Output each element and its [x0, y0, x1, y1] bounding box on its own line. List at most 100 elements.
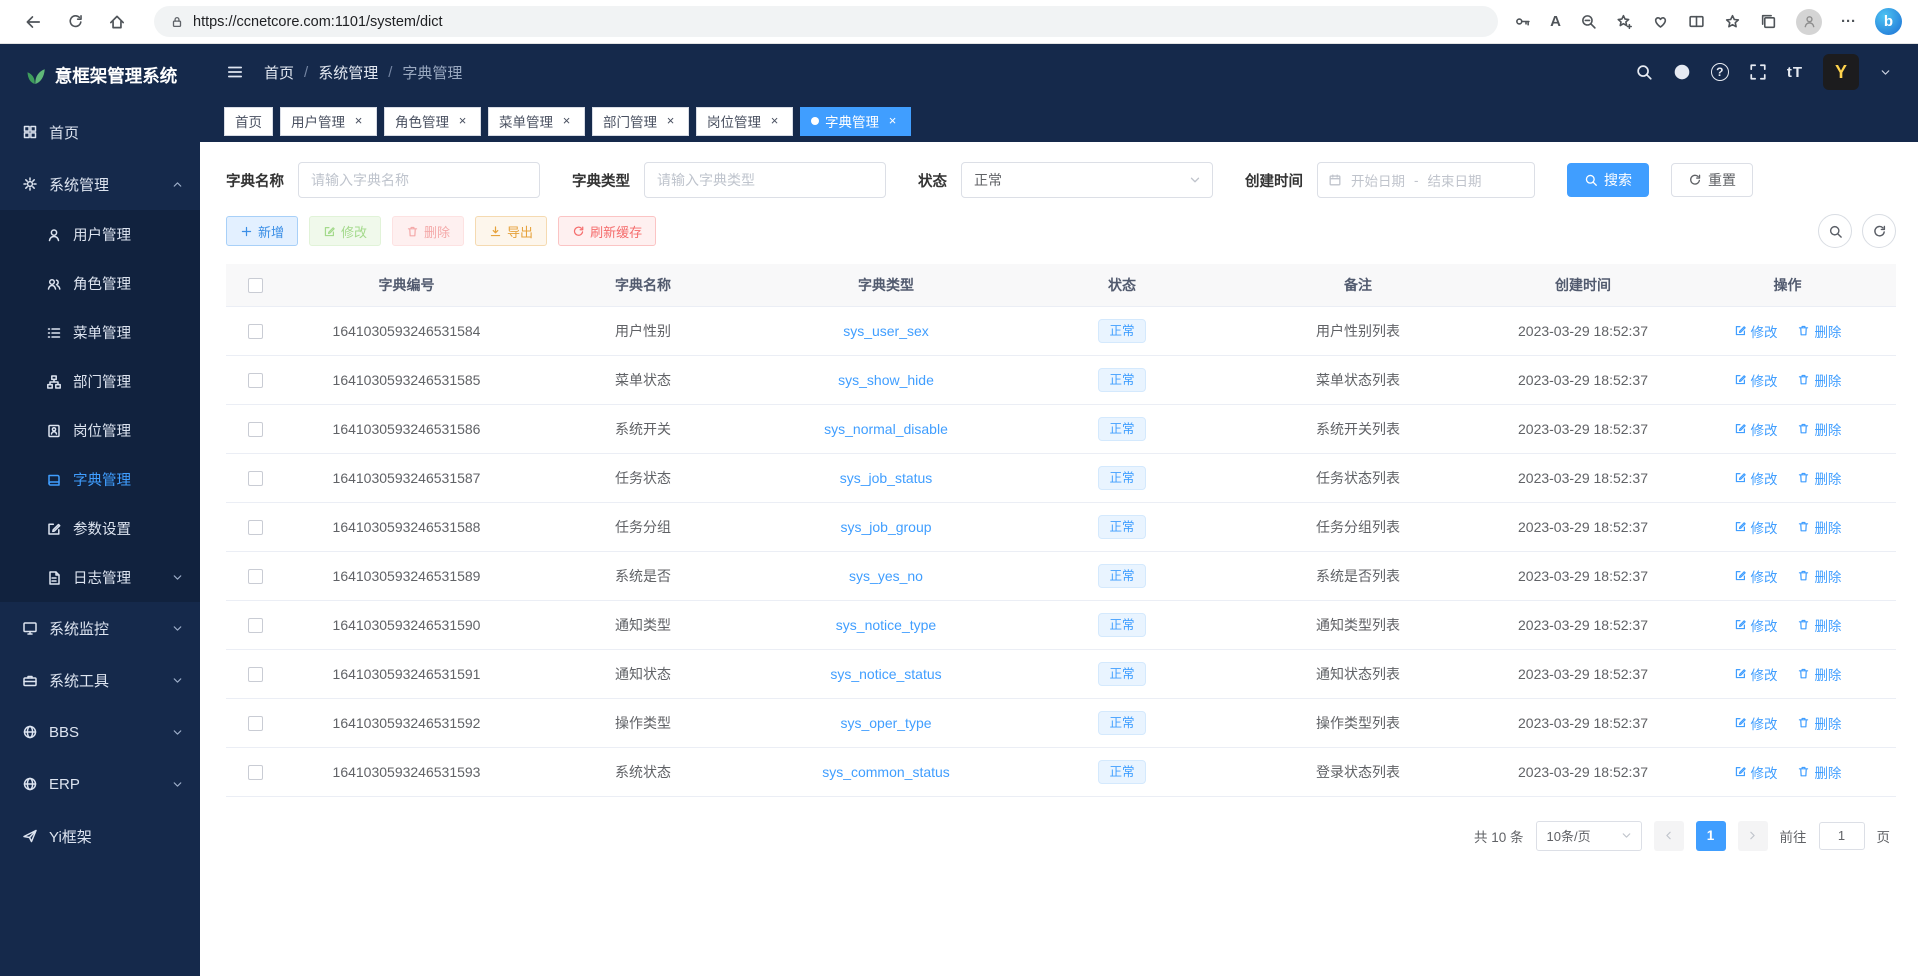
edit-link[interactable]: 修改	[1734, 713, 1778, 733]
close-icon[interactable]: ×	[885, 114, 900, 129]
delete-link[interactable]: 删除	[1797, 468, 1841, 488]
chevron-down-icon[interactable]	[1879, 66, 1892, 79]
row-checkbox[interactable]	[248, 324, 263, 339]
tab-menu-management[interactable]: 菜单管理 ×	[488, 107, 585, 136]
sidebar-item-dict-management[interactable]: 字典管理	[0, 455, 200, 504]
row-checkbox[interactable]	[248, 618, 263, 633]
edit-link[interactable]: 修改	[1734, 664, 1778, 684]
sidebar-item-system-monitor[interactable]: 系统监控	[0, 602, 200, 654]
edit-link[interactable]: 修改	[1734, 468, 1778, 488]
table-row[interactable]: 1641030593246531589 系统是否 sys_yes_no 正常 系…	[226, 551, 1896, 600]
sidebar-item-menu-management[interactable]: 菜单管理	[0, 308, 200, 357]
delete-link[interactable]: 删除	[1797, 517, 1841, 537]
tab-dept-management[interactable]: 部门管理 ×	[592, 107, 689, 136]
dict-type-link[interactable]: sys_notice_type	[836, 617, 936, 633]
table-row[interactable]: 1641030593246531588 任务分组 sys_job_group 正…	[226, 502, 1896, 551]
help-icon[interactable]: ?	[1711, 63, 1729, 81]
dict-type-link[interactable]: sys_job_status	[840, 470, 933, 486]
search-button[interactable]: 搜索	[1567, 163, 1649, 197]
dict-type-link[interactable]: sys_yes_no	[849, 568, 923, 584]
table-row[interactable]: 1641030593246531586 系统开关 sys_normal_disa…	[226, 404, 1896, 453]
row-checkbox[interactable]	[248, 422, 263, 437]
dict-type-link[interactable]: sys_show_hide	[838, 372, 934, 388]
sidebar-item-erp[interactable]: ERP	[0, 758, 200, 810]
edit-link[interactable]: 修改	[1734, 762, 1778, 782]
delete-link[interactable]: 删除	[1797, 566, 1841, 586]
browser-essentials-icon[interactable]	[1652, 13, 1669, 30]
dict-type-link[interactable]: sys_oper_type	[840, 715, 931, 731]
page-size-select[interactable]: 10条/页	[1536, 821, 1642, 851]
zoom-icon[interactable]	[1580, 13, 1597, 30]
collections-icon[interactable]	[1760, 13, 1777, 30]
row-checkbox[interactable]	[248, 471, 263, 486]
table-row[interactable]: 1641030593246531593 系统状态 sys_common_stat…	[226, 747, 1896, 796]
delete-link[interactable]: 删除	[1797, 321, 1841, 341]
close-icon[interactable]: ×	[767, 114, 782, 129]
favorites-icon[interactable]	[1724, 13, 1741, 30]
delete-link[interactable]: 删除	[1797, 664, 1841, 684]
close-icon[interactable]: ×	[663, 114, 678, 129]
sidebar-item-system-tools[interactable]: 系统工具	[0, 654, 200, 706]
sidebar-item-log-management[interactable]: 日志管理	[0, 553, 200, 602]
password-key-icon[interactable]	[1514, 13, 1531, 30]
dict-type-link[interactable]: sys_normal_disable	[824, 421, 948, 437]
delete-link[interactable]: 删除	[1797, 762, 1841, 782]
edit-link[interactable]: 修改	[1734, 517, 1778, 537]
row-checkbox[interactable]	[248, 569, 263, 584]
table-row[interactable]: 1641030593246531590 通知类型 sys_notice_type…	[226, 600, 1896, 649]
sidebar-item-home[interactable]: 首页	[0, 106, 200, 158]
close-icon[interactable]: ×	[455, 114, 470, 129]
edit-button[interactable]: 修改	[309, 216, 381, 246]
delete-button[interactable]: 删除	[392, 216, 464, 246]
table-row[interactable]: 1641030593246531585 菜单状态 sys_show_hide 正…	[226, 355, 1896, 404]
sidebar-item-dept-management[interactable]: 部门管理	[0, 357, 200, 406]
page-1-button[interactable]: 1	[1696, 821, 1726, 851]
delete-link[interactable]: 删除	[1797, 713, 1841, 733]
sidebar-item-role-management[interactable]: 角色管理	[0, 259, 200, 308]
reset-button[interactable]: 重置	[1671, 163, 1753, 197]
sidebar-toggle-icon[interactable]	[226, 63, 244, 81]
prev-page-button[interactable]	[1654, 821, 1684, 851]
breadcrumb-system[interactable]: 系统管理	[318, 62, 378, 83]
next-page-button[interactable]	[1738, 821, 1768, 851]
refresh-cache-button[interactable]: 刷新缓存	[558, 216, 656, 246]
edit-link[interactable]: 修改	[1734, 370, 1778, 390]
export-button[interactable]: 导出	[475, 216, 547, 246]
favorites-add-icon[interactable]	[1616, 13, 1633, 30]
read-aloud-icon[interactable]: A	[1550, 13, 1561, 30]
refresh-button[interactable]	[58, 5, 92, 39]
address-bar[interactable]: https://ccnetcore.com:1101/system/dict	[154, 6, 1498, 37]
dict-type-link[interactable]: sys_notice_status	[830, 666, 941, 682]
select-all-checkbox[interactable]	[248, 278, 263, 293]
tab-role-management[interactable]: 角色管理 ×	[384, 107, 481, 136]
row-checkbox[interactable]	[248, 520, 263, 535]
more-options-icon[interactable]: ···	[1841, 13, 1856, 30]
refresh-table-button[interactable]	[1862, 214, 1896, 248]
edit-link[interactable]: 修改	[1734, 615, 1778, 635]
add-button[interactable]: 新增	[226, 216, 298, 246]
tab-post-management[interactable]: 岗位管理 ×	[696, 107, 793, 136]
fullscreen-icon[interactable]	[1749, 63, 1767, 81]
font-size-icon[interactable]: tT	[1787, 64, 1803, 81]
table-row[interactable]: 1641030593246531592 操作类型 sys_oper_type 正…	[226, 698, 1896, 747]
row-checkbox[interactable]	[248, 765, 263, 780]
dict-type-input[interactable]	[644, 162, 886, 198]
split-screen-icon[interactable]	[1688, 13, 1705, 30]
status-select[interactable]: 正常	[961, 162, 1213, 198]
close-icon[interactable]: ×	[559, 114, 574, 129]
edit-link[interactable]: 修改	[1734, 419, 1778, 439]
back-button[interactable]	[16, 5, 50, 39]
home-button[interactable]	[100, 5, 134, 39]
table-row[interactable]: 1641030593246531584 用户性别 sys_user_sex 正常…	[226, 306, 1896, 355]
dict-type-link[interactable]: sys_common_status	[822, 764, 950, 780]
dict-name-input[interactable]	[298, 162, 540, 198]
search-icon[interactable]	[1635, 63, 1653, 81]
tab-user-management[interactable]: 用户管理 ×	[280, 107, 377, 136]
sidebar-item-system-management[interactable]: 系统管理	[0, 158, 200, 210]
sidebar-item-param-settings[interactable]: 参数设置	[0, 504, 200, 553]
toggle-search-button[interactable]	[1818, 214, 1852, 248]
user-avatar[interactable]: Y	[1823, 54, 1859, 90]
breadcrumb-home[interactable]: 首页	[264, 62, 294, 83]
dict-type-link[interactable]: sys_user_sex	[843, 323, 929, 339]
goto-page-input[interactable]	[1819, 822, 1865, 850]
